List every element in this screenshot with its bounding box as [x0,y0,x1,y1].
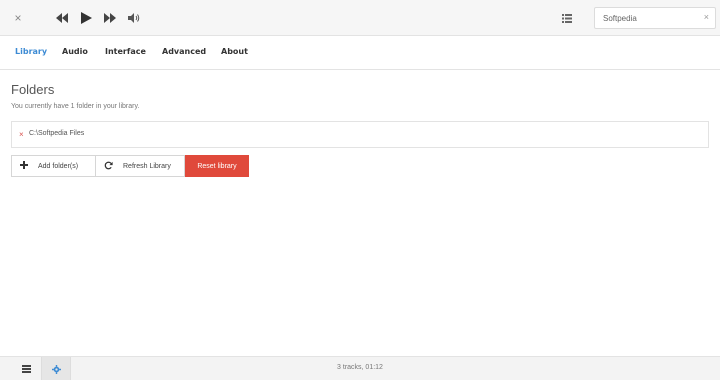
folders-heading: Folders [11,82,55,97]
refresh-icon [104,161,113,172]
tab-audio[interactable]: Audio [62,47,88,56]
skip-forward-icon[interactable] [102,0,118,36]
top-toolbar: × × [0,0,720,36]
refresh-library-button[interactable]: Refresh Library [96,155,185,177]
folder-path: C:\Softpedia Files [29,130,85,137]
play-icon[interactable] [78,0,94,36]
folders-description: You currently have 1 folder in your libr… [11,103,140,110]
plus-icon [20,161,28,171]
tab-interface[interactable]: Interface [105,47,146,56]
skip-back-icon[interactable] [54,0,70,36]
track-summary: 3 tracks, 01:12 [337,364,383,371]
search-clear-icon[interactable]: × [704,12,709,22]
settings-tabs: Library Audio Interface Advanced About [0,36,720,70]
tab-about[interactable]: About [221,47,248,56]
volume-icon[interactable] [126,0,142,36]
refresh-library-label: Refresh Library [123,162,171,170]
add-folder-label: Add folder(s) [38,162,79,170]
list-icon[interactable] [560,0,574,36]
search-input[interactable] [603,11,698,26]
reset-library-button[interactable]: Reset library [185,155,249,177]
status-bar: 3 tracks, 01:12 [0,356,720,380]
folder-list: × C:\Softpedia Files [11,121,709,148]
tab-library[interactable]: Library [15,47,47,56]
library-actions: Add folder(s) Refresh Library Reset libr… [11,155,249,177]
tab-advanced[interactable]: Advanced [162,47,206,56]
app-window: × × Lib [0,0,720,380]
search-box: × [594,7,716,29]
remove-folder-icon[interactable]: × [19,130,24,139]
close-icon[interactable]: × [8,0,28,36]
add-folder-button[interactable]: Add folder(s) [11,155,96,177]
